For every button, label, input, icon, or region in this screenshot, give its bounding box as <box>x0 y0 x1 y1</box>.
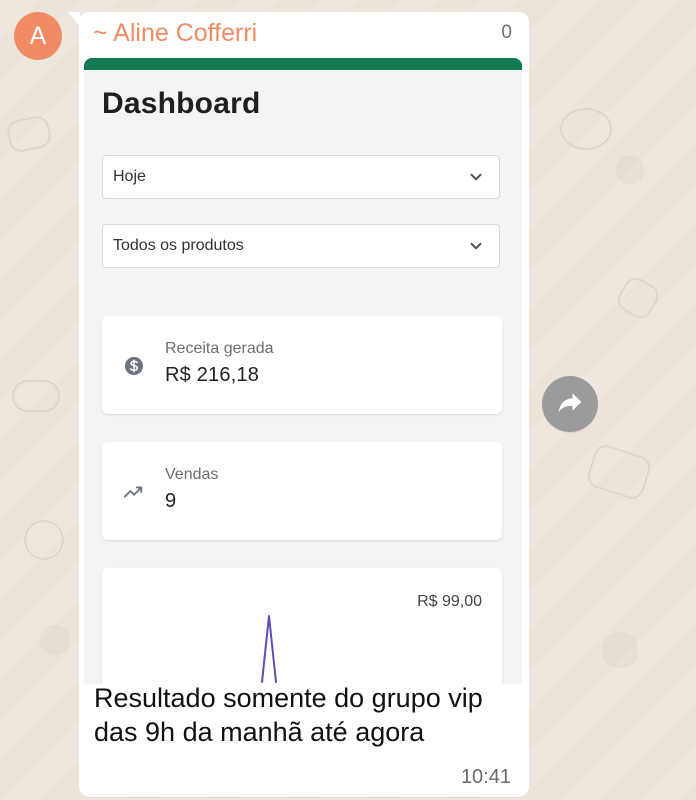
dashboard-screenshot[interactable]: Dashboard Hoje Todos os produtos Receita… <box>84 58 522 684</box>
product-select[interactable]: Todos os produtos <box>102 224 500 268</box>
trending-up-icon <box>124 482 144 502</box>
message-time: 10:41 <box>460 766 511 788</box>
period-select-value: Hoje <box>113 168 146 185</box>
forward-icon <box>555 387 585 422</box>
series-line <box>261 615 277 683</box>
page-title: Dashboard <box>102 87 261 120</box>
message-caption: Resultado somente do grupo vip das 9h da… <box>94 683 483 747</box>
period-select[interactable]: Hoje <box>102 155 500 199</box>
dashboard-header-bar <box>84 58 522 70</box>
sender-name: ~ Aline Cofferri <box>93 19 258 47</box>
revenue-chart-card: R$ 99,00 <box>102 568 502 684</box>
dollar-icon <box>124 356 144 376</box>
sales-label: Vendas <box>165 466 219 483</box>
chevron-down-icon <box>467 168 485 186</box>
product-select-value: Todos os produtos <box>113 237 244 254</box>
avatar[interactable]: A <box>14 12 62 60</box>
chevron-down-icon <box>467 237 485 255</box>
forward-button[interactable] <box>542 376 598 432</box>
sales-value: 9 <box>165 490 177 512</box>
revenue-chart <box>261 615 277 683</box>
corner-fragment: 0 <box>501 22 512 43</box>
revenue-value: R$ 216,18 <box>165 364 260 386</box>
message-bubble[interactable]: ~ Aline Cofferri 0 Dashboard Hoje Todos … <box>79 12 529 797</box>
avatar-letter: A <box>29 21 47 50</box>
sales-card: Vendas 9 <box>102 442 502 540</box>
revenue-card: Receita gerada R$ 216,18 <box>102 316 502 414</box>
revenue-label: Receita gerada <box>165 340 274 357</box>
